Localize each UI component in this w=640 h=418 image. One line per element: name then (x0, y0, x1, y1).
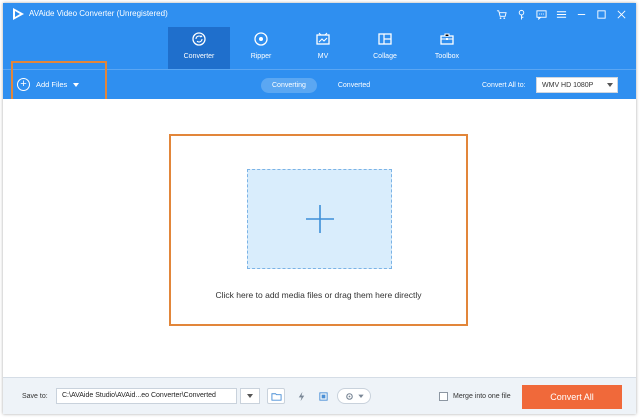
toolbox-icon (440, 33, 454, 45)
output-path-field[interactable]: C:\AVAide Studio\AVAid...eo Converter\Co… (56, 388, 237, 404)
nav-ripper-label: Ripper (250, 53, 272, 60)
title-bar: AVAide Video Converter (Unregistered) (3, 3, 636, 25)
gpu-icon (318, 391, 328, 401)
tab-converting[interactable]: Converting (261, 78, 317, 93)
nav-toolbox-label: Toolbox (434, 53, 460, 60)
ripper-icon (254, 32, 268, 46)
output-format-select[interactable]: WMV HD 1080P (536, 77, 618, 93)
merge-option[interactable]: Merge into one file (439, 392, 511, 401)
add-media-drop-zone[interactable] (247, 169, 392, 269)
file-list-area: Click here to add media files or drag th… (3, 99, 636, 377)
close-icon[interactable] (614, 7, 628, 21)
nav-collage-label: Collage (373, 53, 397, 60)
menu-icon[interactable] (554, 7, 568, 21)
gear-icon (345, 392, 353, 400)
nav-collage[interactable]: Collage (354, 27, 416, 69)
folder-icon (270, 392, 282, 401)
header: AVAide Video Converter (Unregistered) Co… (3, 3, 636, 69)
path-dropdown-button[interactable] (240, 388, 260, 404)
app-window: AVAide Video Converter (Unregistered) Co… (3, 3, 636, 414)
cart-icon[interactable] (494, 7, 508, 21)
output-format-value: WMV HD 1080P (542, 81, 594, 89)
lightning-icon (298, 391, 304, 401)
nav-mv[interactable]: MV (292, 27, 354, 69)
drop-hint-text: Click here to add media files or drag th… (215, 290, 422, 300)
nav-converter-label: Converter (183, 53, 215, 60)
convert-all-button[interactable]: Convert All (522, 385, 622, 409)
settings-dropdown-button[interactable] (337, 388, 371, 404)
converter-icon (192, 32, 206, 46)
maximize-icon[interactable] (594, 7, 608, 21)
key-icon[interactable] (514, 7, 528, 21)
chevron-down-icon (603, 78, 617, 92)
collage-icon (378, 33, 392, 45)
chat-icon[interactable] (534, 7, 548, 21)
gpu-accel-button[interactable] (314, 388, 332, 404)
nav-ripper[interactable]: Ripper (230, 27, 292, 69)
nav-toolbox[interactable]: Toolbox (416, 27, 478, 69)
minimize-icon[interactable] (574, 7, 588, 21)
view-tabs: Converting Converted (261, 78, 381, 93)
main-nav: Converter Ripper MV Collage Toolbox (168, 27, 478, 69)
open-folder-button[interactable] (267, 388, 285, 404)
save-to-label: Save to: (22, 393, 48, 400)
chevron-down-icon (247, 394, 253, 398)
footer-bar: Save to: C:\AVAide Studio\AVAid...eo Con… (3, 377, 636, 414)
merge-label: Merge into one file (453, 393, 511, 400)
app-logo-icon (13, 8, 24, 20)
window-title: AVAide Video Converter (Unregistered) (29, 9, 168, 18)
nav-mv-label: MV (317, 53, 329, 60)
mv-icon (316, 32, 330, 45)
chevron-down-icon (357, 394, 364, 398)
convert-all-to-label: Convert All to: (482, 82, 526, 89)
hardware-accel-button[interactable] (292, 388, 310, 404)
nav-converter[interactable]: Converter (168, 27, 230, 69)
tab-converted[interactable]: Converted (327, 78, 381, 93)
plus-icon (305, 205, 334, 233)
merge-checkbox[interactable] (439, 392, 448, 401)
